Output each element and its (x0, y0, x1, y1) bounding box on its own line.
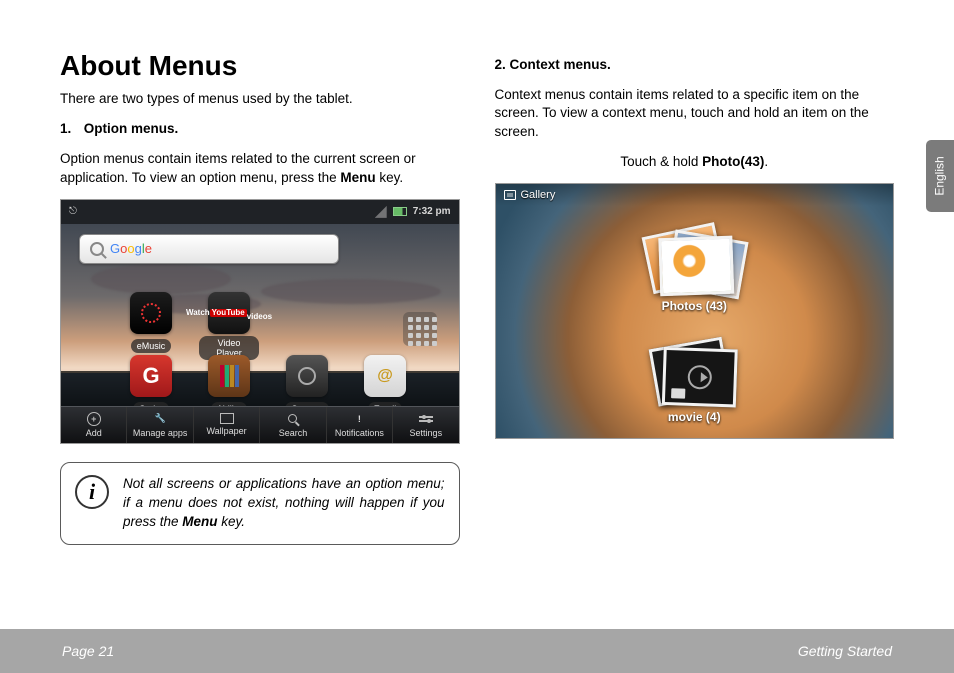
clock: 7:32 pm (413, 206, 451, 217)
screenshot-home: ⎋ 7:32 pm Google eMusic WatchYouTubevide (60, 199, 460, 444)
screenshot-gallery: Gallery Photos (43) movie (4) (495, 183, 895, 439)
gallery-icon (504, 190, 516, 200)
page-footer: Page 21 Getting Started (0, 629, 954, 673)
search-icon (90, 242, 104, 256)
app-video-player[interactable]: WatchYouTubevideos Video Player (199, 292, 259, 361)
section1-body: Option menus contain items related to th… (60, 150, 460, 186)
status-bar: ⎋ 7:32 pm (61, 200, 459, 224)
gallery-header: Gallery (496, 184, 894, 206)
alert-icon: ! (352, 412, 366, 426)
sliders-icon (419, 412, 433, 426)
usb-icon: ⎋ (69, 206, 77, 217)
plus-icon: + (87, 412, 101, 426)
folder-icon (671, 388, 685, 398)
search-icon (286, 412, 300, 426)
section2-caption: Touch & hold Photo(43). (495, 153, 895, 171)
footer-section: Getting Started (798, 643, 892, 659)
search-input[interactable]: Google (79, 234, 339, 264)
section2-heading: 2. Context menus. (495, 56, 895, 74)
info-icon: i (75, 475, 109, 509)
intro-text: There are two types of menus used by the… (60, 90, 460, 108)
menu-wallpaper[interactable]: Wallpaper (194, 407, 260, 443)
album-movie-label: movie (4) (634, 410, 754, 424)
menu-notifications[interactable]: !Notifications (327, 407, 393, 443)
menu-add[interactable]: +Add (61, 407, 127, 443)
menu-settings[interactable]: Settings (393, 407, 458, 443)
app-row-1: eMusic WatchYouTubevideos Video Player (121, 292, 259, 361)
section2-body: Context menus contain items related to a… (495, 86, 895, 141)
wrench-icon: 🔧 (153, 412, 167, 426)
language-tab[interactable]: English (926, 140, 954, 212)
menu-manage-apps[interactable]: 🔧Manage apps (127, 407, 193, 443)
picture-icon (220, 413, 234, 424)
info-text: Not all screens or applications have an … (123, 475, 445, 532)
footer-page: Page 21 (62, 643, 114, 659)
battery-icon (393, 207, 407, 216)
wifi-icon (375, 206, 387, 218)
app-emusic[interactable]: eMusic (121, 292, 181, 361)
option-menu-bar: +Add 🔧Manage apps Wallpaper Search !Noti… (61, 406, 459, 443)
page-title: About Menus (60, 50, 460, 82)
section1-heading: 1. Option menus. (60, 120, 460, 138)
album-photos-label: Photos (43) (634, 299, 754, 313)
info-box: i Not all screens or applications have a… (60, 462, 460, 545)
apps-drawer-icon[interactable] (403, 312, 437, 346)
menu-search[interactable]: Search (260, 407, 326, 443)
